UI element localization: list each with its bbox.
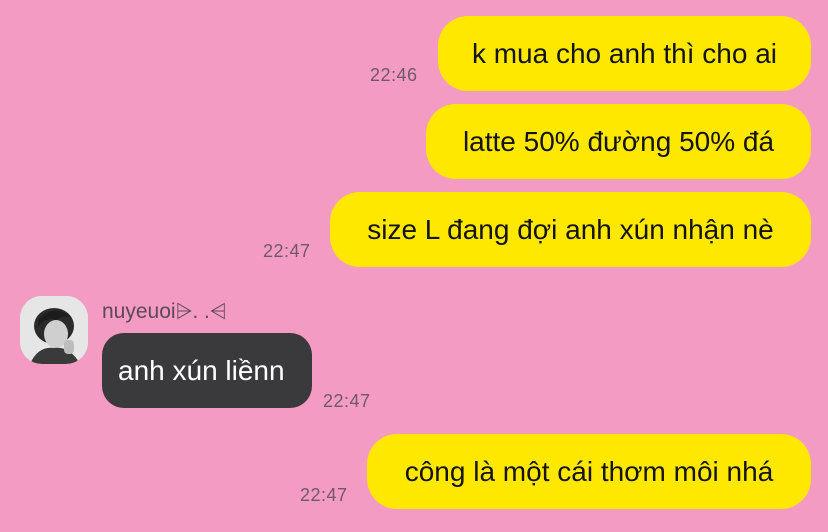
chat-thread: k mua cho anh thì cho ai 22:46 latte 50%…	[0, 0, 828, 532]
message-timestamp: 22:47	[263, 241, 311, 261]
message-timestamp: 22:46	[370, 65, 418, 85]
message-timestamp: 22:47	[323, 391, 371, 411]
message-text: công là một cái thơm môi nhá	[404, 455, 774, 487]
message-text: latte 50% đường 50% đá	[462, 125, 775, 157]
message-text: k mua cho anh thì cho ai	[471, 37, 778, 69]
message-text: anh xún liềnn	[118, 354, 285, 386]
incoming-message-bubble[interactable]: anh xún liềnn	[102, 333, 312, 408]
outgoing-message-bubble[interactable]: k mua cho anh thì cho ai	[438, 16, 811, 91]
outgoing-message-bubble[interactable]: công là một cái thơm môi nhá	[367, 434, 811, 509]
outgoing-message-bubble[interactable]: size L đang đợi anh xún nhận nè	[330, 192, 811, 267]
sender-avatar[interactable]	[20, 296, 88, 364]
user-avatar-photo-icon	[20, 296, 88, 364]
sender-name: nuyeuoi⩥. .⩤	[102, 300, 227, 323]
message-timestamp: 22:47	[300, 485, 348, 505]
message-text: size L đang đợi anh xún nhận nè	[367, 213, 774, 245]
outgoing-message-bubble[interactable]: latte 50% đường 50% đá	[426, 104, 811, 179]
